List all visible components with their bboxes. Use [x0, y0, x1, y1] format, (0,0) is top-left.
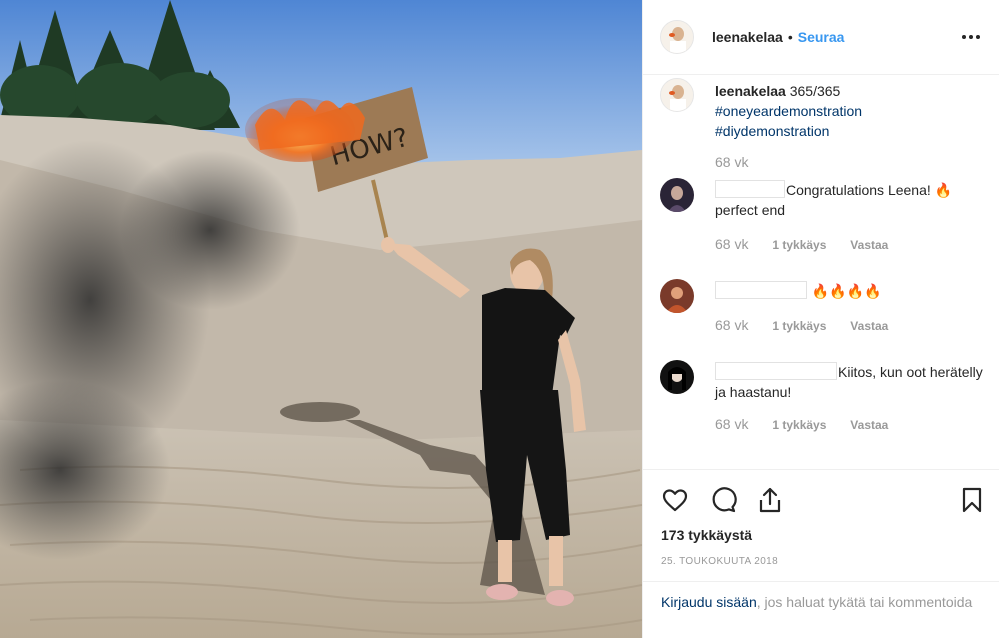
commenter-avatar[interactable]	[660, 279, 694, 313]
photo-illustration: HOW?	[0, 0, 642, 638]
user-avatar[interactable]	[660, 20, 694, 54]
header-separator: •	[787, 29, 793, 45]
caption-text: 365/365	[789, 83, 841, 99]
comments-list[interactable]: leenakelaa 365/365 #oneyeardemonstration…	[643, 76, 999, 469]
redacted-username[interactable]	[715, 281, 807, 299]
more-options-icon[interactable]	[960, 29, 982, 45]
comment-meta: 68 vk 1 tykkäys Vastaa	[715, 236, 908, 252]
redacted-username[interactable]	[715, 180, 785, 198]
likes-count[interactable]: 173 tykkäystä	[661, 527, 752, 543]
comment-text: 🔥🔥🔥🔥	[715, 281, 985, 301]
comment-time[interactable]: 68 vk	[715, 317, 748, 333]
header-username[interactable]: leenakelaa	[712, 29, 783, 45]
post-header: leenakelaa • Seuraa	[643, 0, 999, 75]
comment-text: Kiitos, kun oot herätelly ja haastanu!	[715, 362, 985, 402]
caption-avatar[interactable]	[660, 78, 694, 112]
hashtag-link[interactable]: #diydemonstration	[715, 121, 985, 141]
reply-button[interactable]: Vastaa	[850, 418, 888, 432]
comment-meta: 68 vk 1 tykkäys Vastaa	[715, 317, 908, 333]
comment-likes[interactable]: 1 tykkäys	[772, 418, 826, 432]
redacted-username[interactable]	[715, 362, 837, 380]
caption-time[interactable]: 68 vk	[715, 154, 748, 170]
comment-icon[interactable]	[709, 486, 737, 514]
post-date[interactable]: 25. TOUKOKUUTA 2018	[661, 556, 778, 567]
comment-time[interactable]: 68 vk	[715, 236, 748, 252]
login-link[interactable]: Kirjaudu sisään	[661, 594, 757, 610]
caption-body: leenakelaa 365/365 #oneyeardemonstration…	[715, 81, 985, 141]
comment-text: Congratulations Leena! 🔥 perfect end	[715, 180, 985, 220]
follow-button[interactable]: Seuraa	[798, 29, 845, 45]
comment-content: 🔥🔥🔥🔥	[811, 283, 882, 299]
comment-time[interactable]: 68 vk	[715, 416, 748, 432]
commenter-avatar[interactable]	[660, 178, 694, 212]
bookmark-icon[interactable]	[958, 486, 986, 514]
post-actions: 173 tykkäystä 25. TOUKOKUUTA 2018	[643, 469, 999, 587]
comment-likes[interactable]: 1 tykkäys	[772, 319, 826, 333]
caption-username[interactable]: leenakelaa	[715, 83, 786, 99]
comment-likes[interactable]: 1 tykkäys	[772, 238, 826, 252]
hashtag-link[interactable]: #oneyeardemonstration	[715, 101, 985, 121]
heart-icon[interactable]	[661, 486, 689, 514]
commenter-avatar[interactable]	[660, 360, 694, 394]
reply-button[interactable]: Vastaa	[850, 238, 888, 252]
login-prompt: Kirjaudu sisään, jos haluat tykätä tai k…	[643, 581, 999, 638]
share-icon[interactable]	[756, 486, 784, 514]
login-prompt-text: , jos haluat tykätä tai kommentoida	[756, 594, 973, 610]
reply-button[interactable]: Vastaa	[850, 319, 888, 333]
comment-meta: 68 vk 1 tykkäys Vastaa	[715, 416, 908, 432]
post-sidebar: leenakelaa • Seuraa leenakelaa 365/365 #…	[642, 0, 999, 638]
post-photo[interactable]: HOW?	[0, 0, 642, 638]
